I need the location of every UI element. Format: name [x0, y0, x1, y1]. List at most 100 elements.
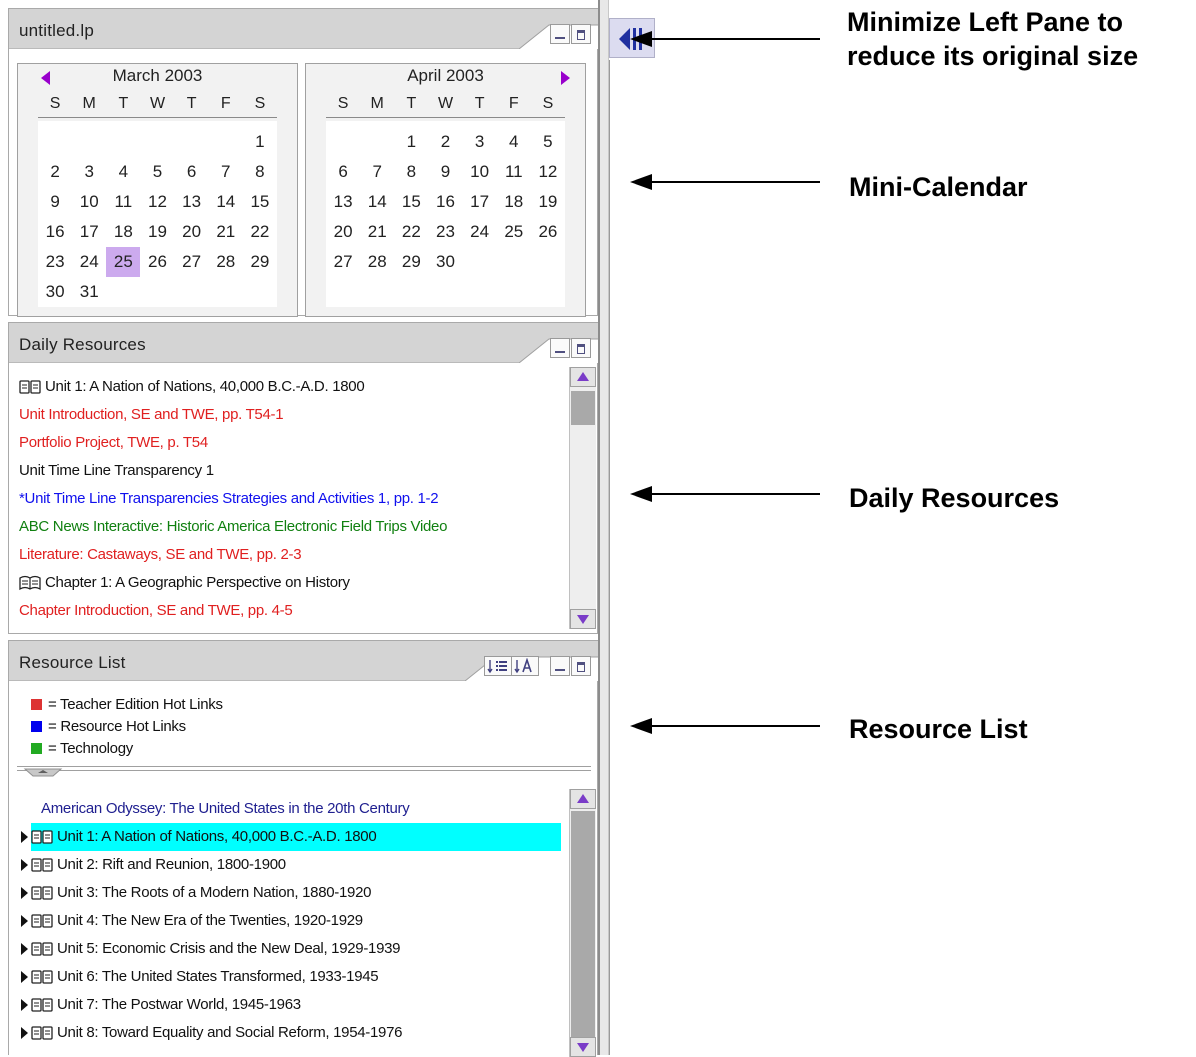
calendar-day[interactable]: 6 [326, 157, 360, 187]
calendar-day[interactable]: 19 [140, 217, 174, 247]
calendar-day[interactable]: 3 [72, 157, 106, 187]
scroll-thumb[interactable] [571, 391, 595, 425]
daily-resource-item[interactable]: Unit 1: A Nation of Nations, 40,000 B.C.… [19, 373, 571, 401]
calendar-day[interactable]: 31 [72, 277, 106, 307]
daily-resources-scrollbar[interactable] [569, 367, 596, 629]
scroll-thumb[interactable] [571, 811, 595, 1039]
daily-resource-item[interactable]: Literature: Castaways, SE and TWE, pp. 2… [19, 541, 571, 569]
calendar-day-selected[interactable]: 25 [106, 247, 141, 277]
calendar-day[interactable]: 2 [428, 127, 462, 157]
calendar-day[interactable]: 14 [360, 187, 394, 217]
calendar-day[interactable]: 24 [463, 217, 497, 247]
calendar-day[interactable]: 15 [243, 187, 277, 217]
calendar-day[interactable]: 23 [38, 247, 72, 277]
expand-triangle-icon[interactable] [21, 971, 28, 984]
calendar-day[interactable]: 1 [394, 127, 428, 157]
calendar-day[interactable]: 13 [326, 187, 360, 217]
calendar-day[interactable]: 10 [463, 157, 497, 187]
sort-alpha-icon[interactable] [512, 656, 539, 676]
tree-unit-row[interactable]: Unit 3: The Roots of a Modern Nation, 18… [21, 879, 573, 907]
calendar-day[interactable]: 3 [463, 127, 497, 157]
minimize-button[interactable] [550, 338, 570, 358]
minimize-button[interactable] [550, 656, 570, 676]
scroll-up-button[interactable] [570, 367, 596, 387]
tree-unit-row[interactable]: Unit 4: The New Era of the Twenties, 192… [21, 907, 573, 935]
calendar-day[interactable]: 18 [497, 187, 531, 217]
calendar-day[interactable]: 26 [531, 217, 565, 247]
daily-resource-item[interactable]: Unit Introduction, SE and TWE, pp. T54-1 [19, 401, 571, 429]
minimize-button[interactable] [550, 24, 570, 44]
tree-title[interactable]: American Odyssey: The United States in t… [21, 795, 573, 823]
calendar-day[interactable]: 20 [326, 217, 360, 247]
daily-resource-item[interactable]: Portfolio Project, TWE, p. T54 [19, 429, 571, 457]
calendar-day[interactable]: 4 [106, 157, 140, 187]
calendar-day[interactable]: 7 [360, 157, 394, 187]
scroll-down-button[interactable] [570, 609, 596, 629]
calendar-day[interactable]: 28 [209, 247, 243, 277]
calendar-day[interactable]: 19 [531, 187, 565, 217]
expand-triangle-icon[interactable] [21, 1027, 28, 1040]
calendar-day[interactable]: 10 [72, 187, 106, 217]
calendar-day[interactable]: 22 [394, 217, 428, 247]
calendar-day[interactable]: 6 [175, 157, 209, 187]
calendar-day[interactable]: 9 [428, 157, 462, 187]
calendar-day[interactable]: 12 [140, 187, 174, 217]
expand-triangle-icon[interactable] [21, 887, 28, 900]
calendar-day[interactable]: 22 [243, 217, 277, 247]
expand-triangle-icon[interactable] [21, 915, 28, 928]
calendar-day[interactable]: 16 [428, 187, 462, 217]
calendar-day[interactable]: 17 [72, 217, 106, 247]
calendar-day[interactable]: 25 [497, 217, 531, 247]
calendar-day[interactable]: 21 [209, 217, 243, 247]
calendar-day[interactable]: 27 [326, 247, 360, 277]
calendar-day[interactable]: 2 [38, 157, 72, 187]
calendar-day[interactable]: 29 [394, 247, 428, 277]
tree-unit-row[interactable]: Unit 2: Rift and Reunion, 1800-1900 [21, 851, 573, 879]
calendar-day[interactable]: 23 [428, 217, 462, 247]
calendar-day[interactable]: 12 [531, 157, 565, 187]
maximize-button[interactable] [571, 24, 591, 44]
calendar-day[interactable]: 11 [106, 187, 140, 217]
calendar-day[interactable]: 11 [497, 157, 531, 187]
calendar-day[interactable]: 5 [140, 157, 174, 187]
calendar-day[interactable]: 28 [360, 247, 394, 277]
tree-unit-row[interactable]: Unit 1: A Nation of Nations, 40,000 B.C.… [21, 823, 573, 851]
expand-triangle-icon[interactable] [21, 859, 28, 872]
scroll-up-button[interactable] [570, 789, 596, 809]
daily-resource-item[interactable]: Chapter Introduction, SE and TWE, pp. 4-… [19, 597, 571, 625]
calendar-day[interactable]: 29 [243, 247, 277, 277]
legend-splitter[interactable] [17, 766, 591, 771]
tree-unit-row[interactable]: Unit 6: The United States Transformed, 1… [21, 963, 573, 991]
calendar-day[interactable]: 16 [38, 217, 72, 247]
calendar-day[interactable]: 15 [394, 187, 428, 217]
pane-splitter[interactable] [600, 0, 609, 1055]
calendar-day[interactable]: 14 [209, 187, 243, 217]
daily-resource-item[interactable]: ABC News Interactive: Historic America E… [19, 513, 571, 541]
calendar-day[interactable]: 18 [106, 217, 140, 247]
tree-unit-row[interactable]: Unit 5: Economic Crisis and the New Deal… [21, 935, 573, 963]
calendar-day[interactable]: 13 [175, 187, 209, 217]
calendar-day[interactable]: 8 [394, 157, 428, 187]
daily-resource-item[interactable]: Chapter 1: A Geographic Perspective on H… [19, 569, 571, 597]
expand-triangle-icon[interactable] [21, 831, 28, 844]
calendar-day[interactable]: 4 [497, 127, 531, 157]
calendar-day[interactable]: 21 [360, 217, 394, 247]
calendar-day[interactable]: 20 [175, 217, 209, 247]
expand-triangle-icon[interactable] [21, 999, 28, 1012]
sort-numeric-icon[interactable] [484, 656, 512, 676]
calendar-day[interactable]: 9 [38, 187, 72, 217]
tree-unit-row[interactable]: Unit 7: The Postwar World, 1945-1963 [21, 991, 573, 1019]
calendar-day[interactable]: 8 [243, 157, 277, 187]
daily-resource-item[interactable]: *Unit Time Line Transparencies Strategie… [19, 485, 571, 513]
maximize-button[interactable] [571, 338, 591, 358]
calendar-day[interactable]: 1 [243, 127, 277, 157]
scroll-down-button[interactable] [570, 1037, 596, 1057]
splitter-grip-icon[interactable] [23, 767, 63, 777]
resource-list-scrollbar[interactable] [569, 789, 596, 1057]
calendar-day[interactable]: 5 [531, 127, 565, 157]
calendar-day[interactable]: 17 [463, 187, 497, 217]
calendar-day[interactable]: 24 [72, 247, 106, 277]
tree-unit-row[interactable]: Unit 8: Toward Equality and Social Refor… [21, 1019, 573, 1047]
calendar-day[interactable]: 7 [209, 157, 243, 187]
daily-resource-item[interactable]: Unit Time Line Transparency 1 [19, 457, 571, 485]
